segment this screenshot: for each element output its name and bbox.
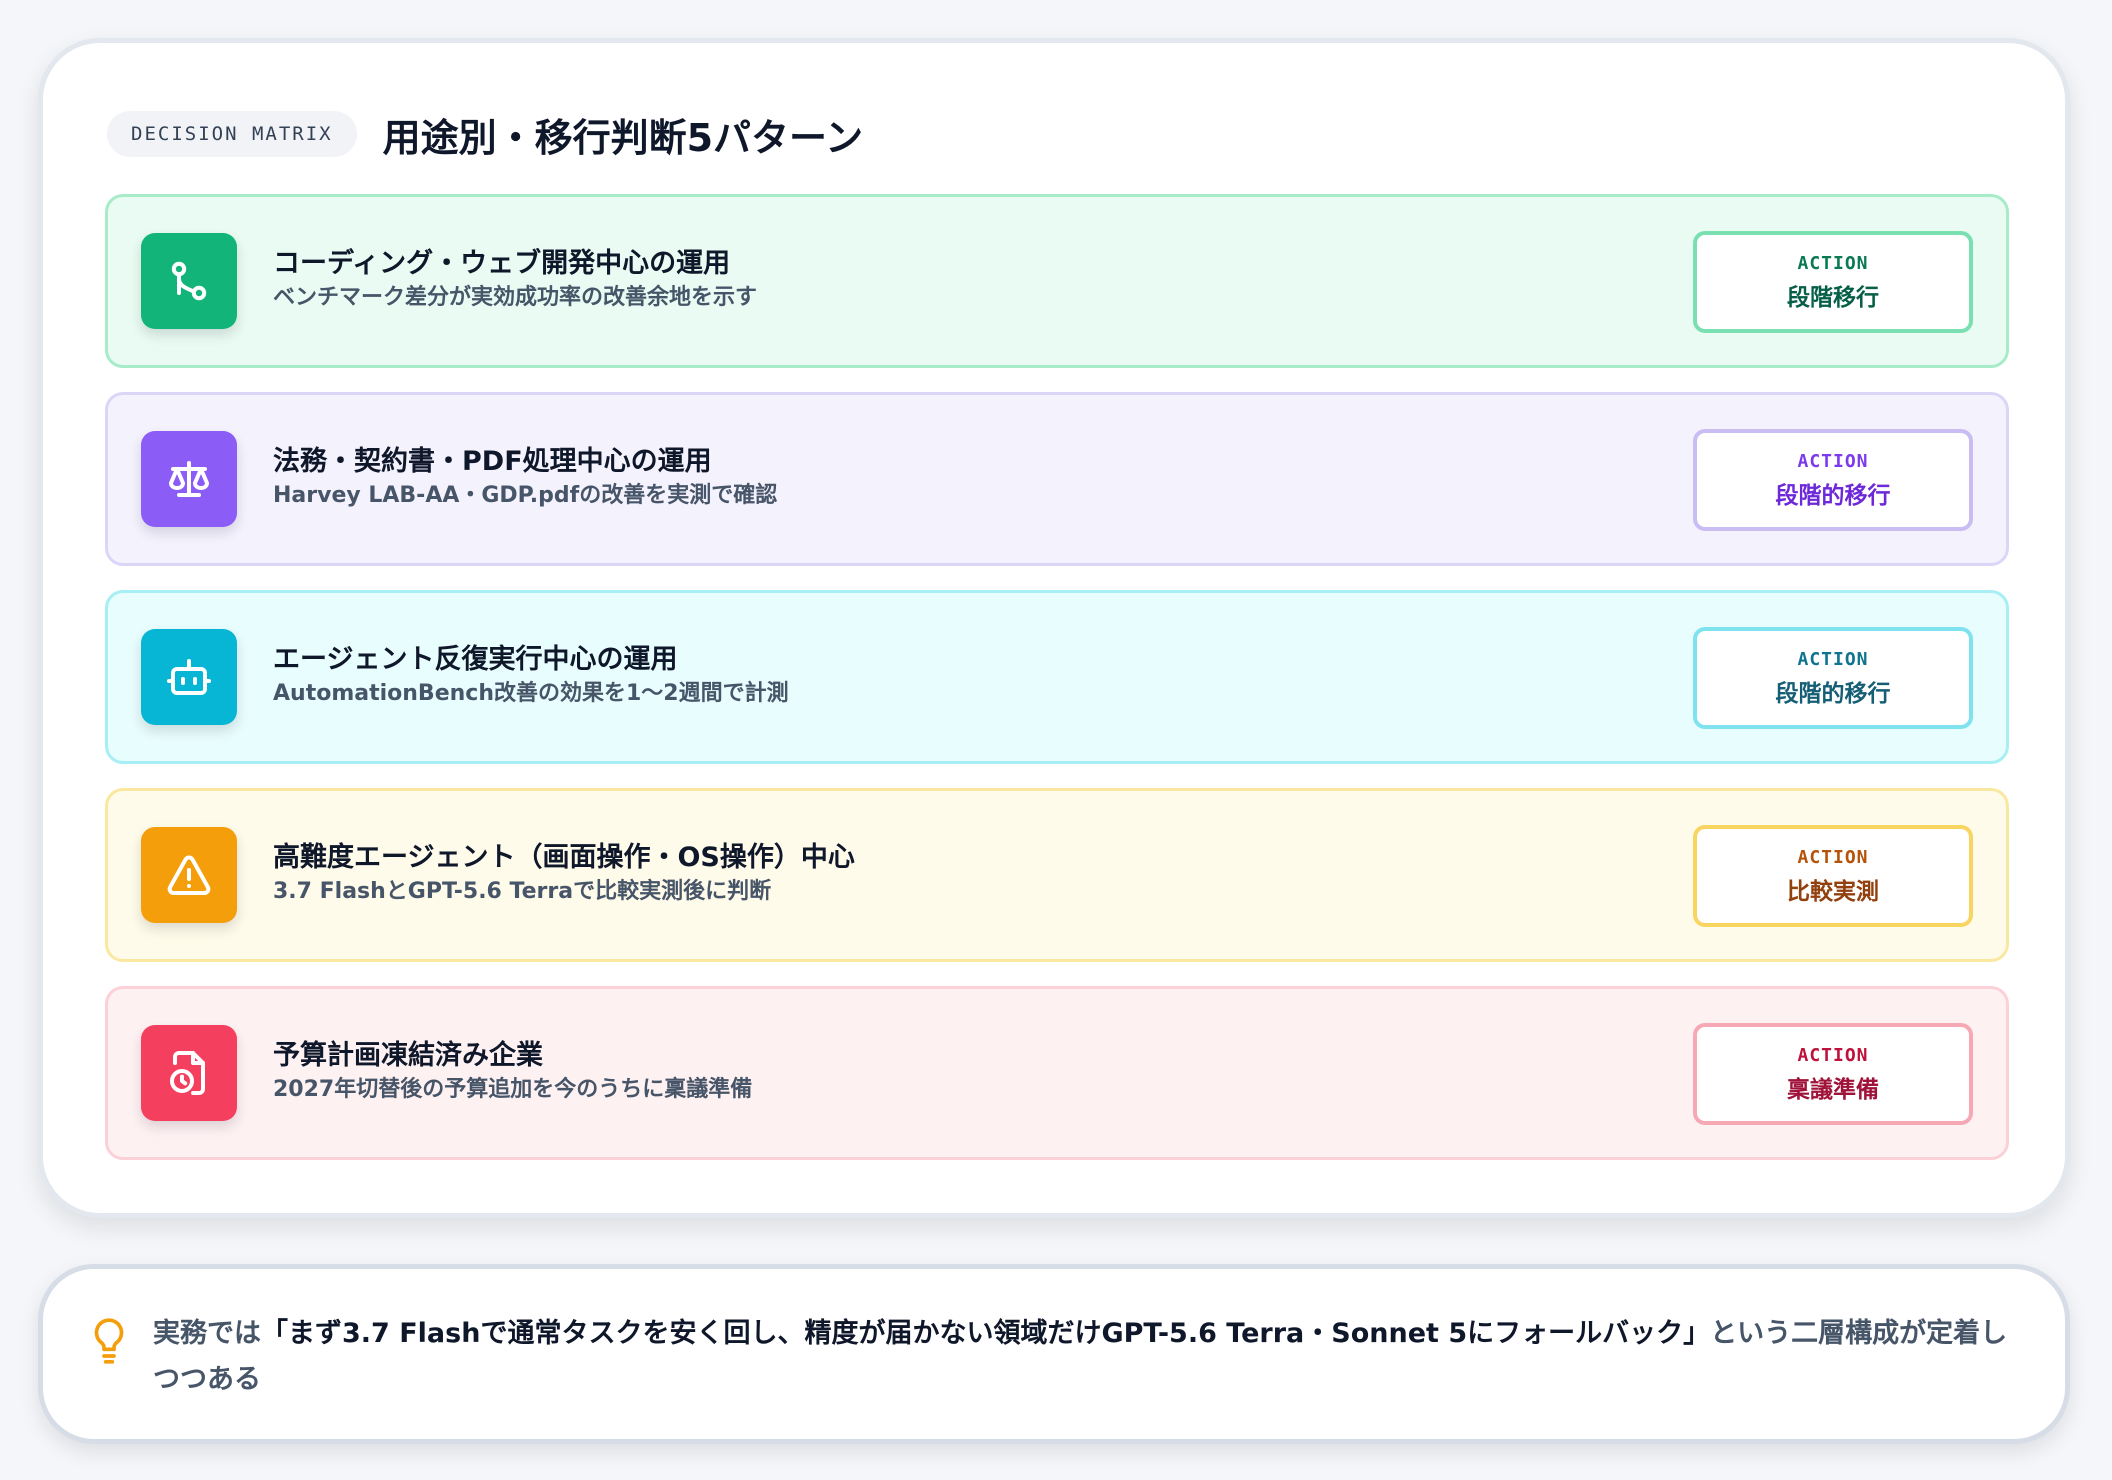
pattern-subtitle: Harvey LAB-AA・GDP.pdfの改善を実測で確認 <box>273 483 778 508</box>
pattern-row-advanced-agent: 高難度エージェント（画面操作・OS操作）中心 3.7 FlashとGPT-5.6… <box>105 788 2009 962</box>
action-label: ACTION <box>1797 648 1869 670</box>
pattern-subtitle: ベンチマーク差分が実効成功率の改善余地を示す <box>273 285 758 310</box>
note-prefix: 実務では <box>153 1318 261 1349</box>
action-value: 比較実測 <box>1787 878 1879 905</box>
note-emphasis: 「まず3.7 Flashで通常タスクを安く回し、精度が届かない領域だけGPT-5… <box>261 1318 1711 1349</box>
pattern-list: コーディング・ウェブ開発中心の運用 ベンチマーク差分が実効成功率の改善余地を示す… <box>105 194 2009 1184</box>
pattern-title: 高難度エージェント（画面操作・OS操作）中心 <box>273 842 855 873</box>
action-value: 段階的移行 <box>1775 482 1891 509</box>
action-label: ACTION <box>1797 450 1869 472</box>
decision-matrix-card: DECISION MATRIX 用途別・移行判断5パターン コーディング・ウェブ… <box>38 38 2070 1218</box>
git-merge-icon <box>141 233 237 329</box>
action-badge: ACTION 稟議準備 <box>1693 1023 1973 1125</box>
pattern-subtitle: 2027年切替後の予算追加を今のうちに稟議準備 <box>273 1077 753 1102</box>
action-label: ACTION <box>1797 846 1869 868</box>
card-header: DECISION MATRIX 用途別・移行判断5パターン <box>107 109 864 160</box>
section-tag: DECISION MATRIX <box>107 111 357 157</box>
pattern-row-agent: エージェント反復実行中心の運用 AutomationBench改善の効果を1〜2… <box>105 590 2009 764</box>
action-value: 段階的移行 <box>1775 680 1891 707</box>
pattern-title: エージェント反復実行中心の運用 <box>273 644 678 675</box>
scale-icon <box>141 431 237 527</box>
file-clock-icon <box>141 1025 237 1121</box>
action-value: 段階移行 <box>1787 284 1879 311</box>
pattern-row-coding: コーディング・ウェブ開発中心の運用 ベンチマーク差分が実効成功率の改善余地を示す… <box>105 194 2009 368</box>
action-badge: ACTION 段階移行 <box>1693 231 1973 333</box>
page-title: 用途別・移行判断5パターン <box>382 115 864 160</box>
pattern-row-budget: 予算計画凍結済み企業 2027年切替後の予算追加を今のうちに稟議準備 ACTIO… <box>105 986 2009 1160</box>
action-badge: ACTION 段階的移行 <box>1693 627 1973 729</box>
summary-note: 実務では「まず3.7 Flashで通常タスクを安く回し、精度が届かない領域だけG… <box>38 1264 2070 1444</box>
pattern-title: コーディング・ウェブ開発中心の運用 <box>273 248 731 279</box>
pattern-subtitle: AutomationBench改善の効果を1〜2週間で計測 <box>273 681 789 706</box>
pattern-row-legal: 法務・契約書・PDF処理中心の運用 Harvey LAB-AA・GDP.pdfの… <box>105 392 2009 566</box>
pattern-title: 予算計画凍結済み企業 <box>273 1040 543 1071</box>
pattern-title: 法務・契約書・PDF処理中心の運用 <box>273 446 712 477</box>
lightbulb-icon <box>94 1318 124 1364</box>
pattern-subtitle: 3.7 FlashとGPT-5.6 Terraで比較実測後に判断 <box>273 879 772 904</box>
action-value: 稟議準備 <box>1787 1076 1879 1103</box>
action-badge: ACTION 段階的移行 <box>1693 429 1973 531</box>
action-label: ACTION <box>1797 252 1869 274</box>
warning-icon <box>141 827 237 923</box>
action-label: ACTION <box>1797 1044 1869 1066</box>
note-text: 実務では「まず3.7 Flashで通常タスクを安く回し、精度が届かない領域だけG… <box>153 1311 2015 1403</box>
action-badge: ACTION 比較実測 <box>1693 825 1973 927</box>
bot-icon <box>141 629 237 725</box>
